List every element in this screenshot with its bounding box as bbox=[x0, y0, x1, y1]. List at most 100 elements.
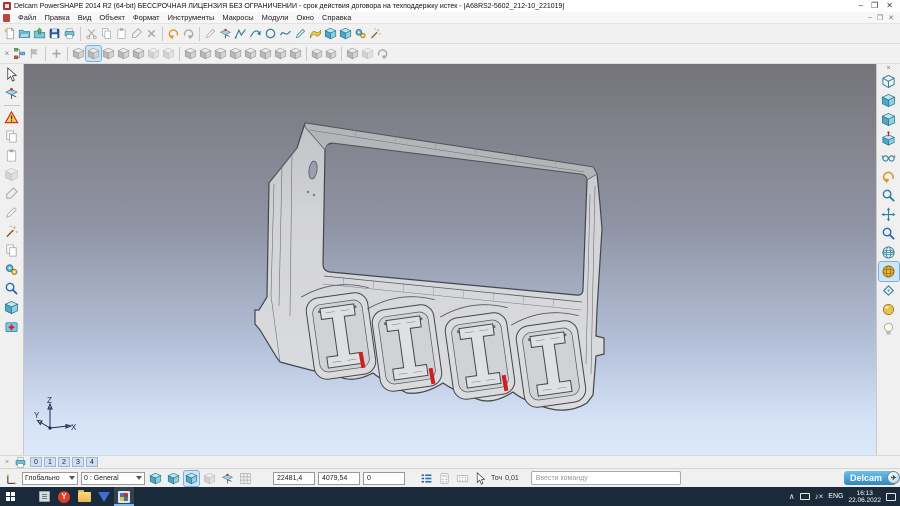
new-model-icon[interactable] bbox=[2, 26, 17, 41]
level-visibility-icon[interactable] bbox=[148, 471, 163, 486]
solid-limit-icon[interactable] bbox=[146, 46, 161, 61]
taskbar-file-explorer[interactable] bbox=[74, 487, 94, 506]
coord-y-field[interactable]: 4079,54 bbox=[318, 472, 360, 485]
snap-icon[interactable] bbox=[473, 471, 488, 486]
child-minimize-button[interactable]: – bbox=[868, 14, 872, 22]
grid-icon[interactable] bbox=[238, 471, 253, 486]
taskbar-kompas-app[interactable] bbox=[94, 487, 114, 506]
solid-intersect-icon[interactable] bbox=[101, 46, 116, 61]
clock[interactable]: 16:13 22.06.2022 bbox=[848, 490, 881, 504]
solid-chamfer-icon[interactable] bbox=[198, 46, 213, 61]
undo-icon[interactable] bbox=[166, 26, 181, 41]
shaded-view-icon[interactable] bbox=[879, 262, 899, 281]
iso-view2-icon[interactable] bbox=[879, 91, 899, 110]
solid-icon[interactable] bbox=[323, 26, 338, 41]
render-tools-icon[interactable] bbox=[2, 260, 22, 279]
menu-tools[interactable]: Инструменты bbox=[164, 13, 219, 22]
graphics-viewport[interactable]: Z X Y bbox=[24, 64, 876, 455]
keypad-icon[interactable] bbox=[455, 471, 470, 486]
workplane-select[interactable]: Глобально bbox=[22, 472, 78, 485]
pan-icon[interactable] bbox=[879, 205, 899, 224]
surface-icon[interactable] bbox=[308, 26, 323, 41]
zoom-full-icon[interactable] bbox=[879, 186, 899, 205]
select-icon[interactable] bbox=[2, 65, 22, 84]
line-icon[interactable] bbox=[233, 26, 248, 41]
solid-pattern-icon[interactable] bbox=[310, 47, 324, 61]
close-button[interactable]: ✕ bbox=[886, 1, 893, 11]
solid-subtract-icon[interactable] bbox=[86, 46, 101, 61]
paste-icon[interactable] bbox=[114, 26, 129, 41]
workplane-editor-icon[interactable] bbox=[2, 84, 22, 103]
volume-muted-icon[interactable]: ♪× bbox=[815, 492, 824, 501]
level-box-icon[interactable] bbox=[202, 471, 217, 486]
model-repair-icon[interactable] bbox=[2, 317, 22, 336]
solid-draft-icon[interactable] bbox=[243, 46, 258, 61]
brush-gray-icon[interactable] bbox=[2, 184, 22, 203]
open-icon[interactable] bbox=[17, 26, 32, 41]
command-input[interactable] bbox=[531, 471, 681, 485]
close-levels-icon[interactable]: × bbox=[3, 459, 11, 466]
sketch-icon[interactable] bbox=[203, 26, 218, 41]
close-view-toolbar-icon[interactable]: × bbox=[884, 65, 894, 72]
delete-icon[interactable] bbox=[144, 26, 159, 41]
solid-mirror-icon[interactable] bbox=[324, 47, 338, 61]
paint-selection-icon[interactable] bbox=[2, 222, 22, 241]
taskbar-notes-app[interactable] bbox=[34, 487, 54, 506]
solid-tree-icon[interactable] bbox=[12, 46, 27, 61]
model-doctor-icon[interactable] bbox=[2, 108, 22, 127]
child-close-button[interactable]: ✕ bbox=[888, 14, 894, 22]
text-icon[interactable] bbox=[293, 26, 308, 41]
solid-history-icon[interactable] bbox=[375, 46, 390, 61]
solid-morph-icon[interactable] bbox=[273, 46, 288, 61]
previous-view-icon[interactable] bbox=[879, 167, 899, 186]
language-indicator[interactable]: ENG bbox=[828, 493, 843, 500]
render-view-icon[interactable] bbox=[879, 319, 899, 338]
calculator-icon[interactable] bbox=[437, 471, 452, 486]
network-icon[interactable] bbox=[800, 493, 810, 500]
print-icon[interactable] bbox=[62, 26, 77, 41]
taskbar-powershape-app[interactable] bbox=[114, 487, 134, 506]
level-locked-icon[interactable] bbox=[166, 471, 181, 486]
solid-fillet-icon[interactable] bbox=[183, 46, 198, 61]
solid-cut-icon[interactable] bbox=[161, 46, 176, 61]
menu-window[interactable]: Окно bbox=[293, 13, 318, 22]
cut-icon[interactable] bbox=[84, 26, 99, 41]
menu-file[interactable]: Файл bbox=[14, 13, 40, 22]
coord-x-field[interactable]: 22481,4 bbox=[273, 472, 315, 485]
copy-gray-icon[interactable] bbox=[2, 127, 22, 146]
level-tab-2[interactable]: 2 bbox=[58, 457, 70, 467]
solid-offset-icon[interactable] bbox=[228, 46, 243, 61]
format-paint-icon[interactable] bbox=[129, 26, 144, 41]
circle-icon[interactable] bbox=[263, 26, 278, 41]
solid-split-icon[interactable] bbox=[116, 46, 131, 61]
solid-scale-icon[interactable] bbox=[345, 46, 360, 61]
list-icon[interactable] bbox=[419, 471, 434, 486]
solid-boolean-icon[interactable] bbox=[288, 46, 303, 61]
close-toolbar-icon[interactable]: × bbox=[2, 49, 12, 58]
menu-help[interactable]: Справка bbox=[318, 13, 355, 22]
solid-extrude-icon[interactable] bbox=[338, 26, 353, 41]
level-select[interactable]: 0 : General bbox=[81, 472, 145, 485]
solid-box-icon[interactable] bbox=[2, 298, 22, 317]
box-gray-icon[interactable] bbox=[2, 165, 22, 184]
level-tab-3[interactable]: 3 bbox=[72, 457, 84, 467]
redo-icon[interactable] bbox=[181, 26, 196, 41]
solid-wrap-icon[interactable] bbox=[258, 46, 273, 61]
wizard-icon[interactable] bbox=[368, 26, 383, 41]
menu-format[interactable]: Формат bbox=[129, 13, 164, 22]
notification-center-icon[interactable] bbox=[886, 493, 896, 501]
menu-view[interactable]: Вид bbox=[74, 13, 96, 22]
arc-icon[interactable] bbox=[248, 26, 263, 41]
menu-macros[interactable]: Макросы bbox=[218, 13, 257, 22]
zoom-box-icon[interactable] bbox=[879, 224, 899, 243]
start-button[interactable] bbox=[0, 487, 20, 506]
pencil-gray-icon[interactable] bbox=[2, 203, 22, 222]
transparent-view-icon[interactable] bbox=[879, 281, 899, 300]
menu-edit[interactable]: Правка bbox=[40, 13, 73, 22]
wireframe-view-icon[interactable] bbox=[879, 243, 899, 262]
paste-gray-icon[interactable] bbox=[2, 146, 22, 165]
level-tab-1[interactable]: 1 bbox=[44, 457, 56, 467]
child-restore-button[interactable]: ❐ bbox=[877, 14, 883, 22]
copy-icon[interactable] bbox=[99, 26, 114, 41]
solid-flag-icon[interactable] bbox=[27, 46, 42, 61]
